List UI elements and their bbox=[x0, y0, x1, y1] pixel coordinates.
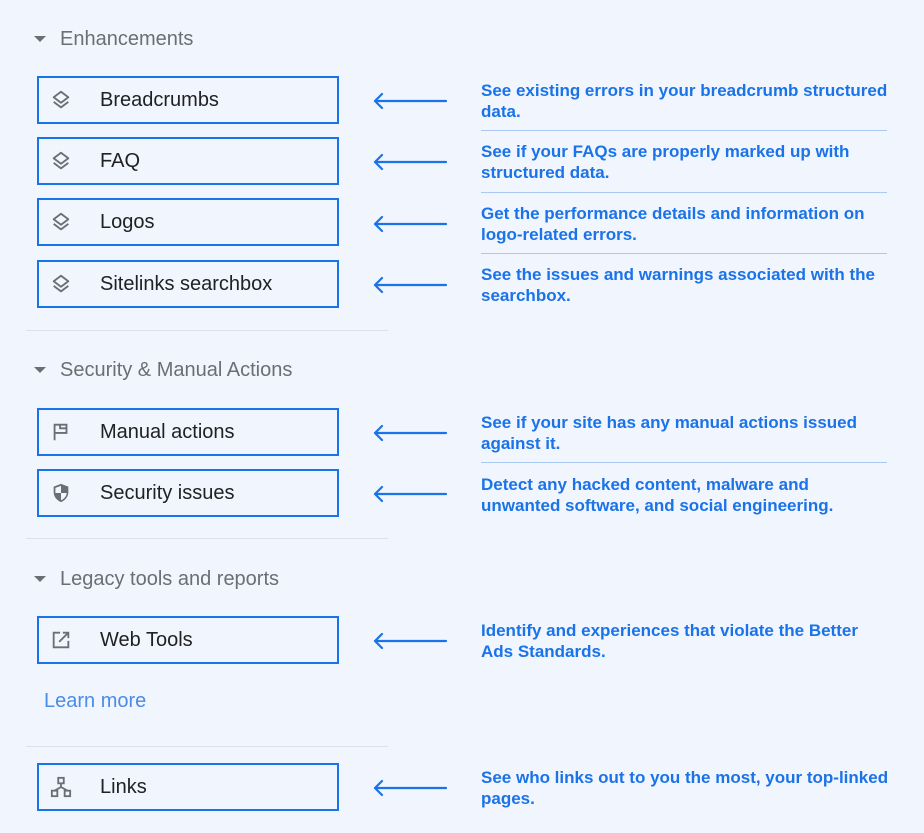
nav-item-manual-actions[interactable]: Manual actions bbox=[37, 408, 339, 456]
nav-item-sitelinks-searchbox[interactable]: Sitelinks searchbox bbox=[37, 260, 339, 308]
description-web-tools: Identify and experiences that violate th… bbox=[481, 621, 858, 661]
external-link-icon bbox=[48, 627, 74, 653]
layers-icon bbox=[48, 148, 74, 174]
nav-item-label: Links bbox=[100, 775, 147, 798]
nav-item-security-issues[interactable]: Security issues bbox=[37, 469, 339, 517]
section-header-security[interactable]: Security & Manual Actions bbox=[34, 355, 292, 385]
nav-item-label: Logos bbox=[100, 210, 155, 233]
arrow-left-icon bbox=[373, 485, 448, 503]
arrow-left-icon bbox=[373, 92, 448, 110]
learn-more-link[interactable]: Learn more bbox=[44, 690, 146, 713]
description-faq: See if your FAQs are properly marked up … bbox=[481, 142, 850, 182]
description-sitelinks-searchbox: See the issues and warnings associated w… bbox=[481, 265, 875, 305]
description-manual-actions: See if your site has any manual actions … bbox=[481, 413, 858, 453]
section-header-enhancements[interactable]: Enhancements bbox=[34, 24, 193, 54]
section-divider bbox=[26, 746, 388, 747]
description-divider bbox=[481, 130, 887, 131]
arrow-left-icon bbox=[373, 632, 448, 650]
description-divider bbox=[481, 253, 887, 254]
nav-item-label: Manual actions bbox=[100, 420, 235, 443]
nav-item-label: Sitelinks searchbox bbox=[100, 272, 273, 295]
caret-down-icon bbox=[34, 576, 46, 582]
description-breadcrumbs: See existing errors in your breadcrumb s… bbox=[481, 81, 888, 121]
description-divider bbox=[481, 462, 887, 463]
arrow-left-icon bbox=[373, 215, 448, 233]
nav-item-label: Web Tools bbox=[100, 628, 193, 651]
caret-down-icon bbox=[34, 367, 46, 373]
description-logos: Get the performance details and informat… bbox=[481, 204, 865, 244]
description-divider bbox=[481, 192, 887, 193]
section-title: Legacy tools and reports bbox=[60, 567, 280, 590]
arrow-left-icon bbox=[373, 424, 448, 442]
layers-icon bbox=[48, 209, 74, 235]
nav-item-label: Security issues bbox=[100, 481, 235, 504]
layers-icon bbox=[48, 271, 74, 297]
arrow-left-icon bbox=[373, 276, 448, 294]
caret-down-icon bbox=[34, 36, 46, 42]
section-divider bbox=[26, 330, 388, 331]
section-header-legacy[interactable]: Legacy tools and reports bbox=[34, 564, 279, 594]
nav-item-links[interactable]: Links bbox=[37, 763, 339, 811]
nav-item-logos[interactable]: Logos bbox=[37, 198, 339, 246]
layers-icon bbox=[48, 87, 74, 113]
section-title: Enhancements bbox=[60, 27, 194, 50]
nav-item-breadcrumbs[interactable]: Breadcrumbs bbox=[37, 76, 339, 124]
arrow-left-icon bbox=[373, 153, 448, 171]
nav-item-label: FAQ bbox=[100, 149, 141, 172]
description-security-issues: Detect any hacked content, malware and u… bbox=[481, 475, 834, 515]
arrow-left-icon bbox=[373, 779, 448, 797]
description-links: See who links out to you the most, your … bbox=[481, 768, 889, 808]
shield-icon bbox=[48, 480, 74, 506]
section-title: Security & Manual Actions bbox=[60, 358, 293, 381]
nav-item-web-tools[interactable]: Web Tools bbox=[37, 616, 339, 664]
flag-icon bbox=[48, 419, 74, 445]
section-divider bbox=[26, 538, 388, 539]
nav-item-faq[interactable]: FAQ bbox=[37, 137, 339, 185]
sitemap-icon bbox=[48, 774, 74, 800]
nav-item-label: Breadcrumbs bbox=[100, 88, 219, 111]
